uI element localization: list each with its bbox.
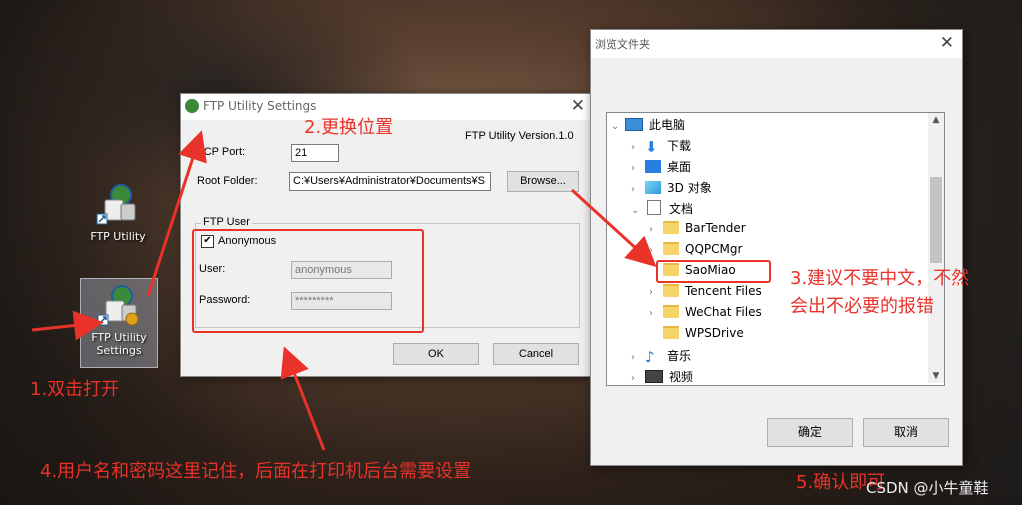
browse-folder-dialog: 浏览文件夹 ✕ ⌄ 此电脑 › ⬇ 下载 › 桌面 › 3D 对象 ⌄ 文档 › BarTen… [590,29,963,466]
chevron-right-icon[interactable]: › [631,352,645,363]
saomiao-highlight-box [656,260,771,283]
tree-item-wechat-files[interactable]: › WeChat Files [649,305,762,325]
video-icon [645,370,663,383]
ftp-settings-app-icon [96,283,142,329]
tree-item-label: BarTender [685,221,746,235]
tree-item-label: 音乐 [667,349,692,363]
chevron-right-icon[interactable]: › [649,287,663,298]
tree-item-bartender[interactable]: › BarTender [649,221,746,241]
tree-item-3d-objects[interactable]: › 3D 对象 [631,179,712,199]
tree-item-label: WeChat Files [685,305,762,319]
chevron-right-icon[interactable]: › [631,142,645,153]
chevron-right-icon[interactable]: › [631,373,645,384]
tree-item-label: WPSDrive [685,326,744,340]
pc-icon [625,118,643,131]
folder-icon [663,221,679,234]
music-icon: ♪ [645,348,655,366]
tcp-port-label: TCP Port: [197,146,246,158]
close-icon[interactable]: ✕ [571,96,585,116]
version-text: FTP Utility Version.1.0 [465,130,574,142]
tree-item-documents[interactable]: ⌄ 文档 [631,200,693,220]
confirm-button[interactable]: 确定 [767,418,853,447]
chevron-up-icon[interactable]: ▲ [928,113,944,127]
chevron-right-icon[interactable]: › [631,163,645,174]
ftp-user-group-title: FTP User [201,216,252,228]
tree-item-videos[interactable]: › 视频 [631,368,693,388]
tree-item-label: 桌面 [667,160,692,174]
root-folder-input[interactable]: C:¥Users¥Administrator¥Documents¥S [289,172,491,191]
tree-item-music[interactable]: › ♪ 音乐 [631,347,691,367]
cube-icon [645,181,661,194]
tree-item-label: 文档 [669,202,694,216]
tree-item-wpsdrive[interactable]: WPSDrive [649,326,744,346]
folder-icon [663,242,679,255]
folder-icon [663,326,679,339]
tree-item-tencent-files[interactable]: › Tencent Files [649,284,762,304]
chevron-right-icon[interactable]: › [649,224,663,235]
browse-button[interactable]: Browse... [507,171,579,192]
document-icon [647,200,661,215]
tree-item-this-pc[interactable]: ⌄ 此电脑 [611,116,685,136]
csdn-watermark: CSDN @小牛童鞋 [866,479,989,497]
desktop-icon [645,160,661,173]
scrollbar-thumb[interactable] [930,177,942,263]
tree-item-label: 3D 对象 [667,181,712,195]
browse-titlebar[interactable]: 浏览文件夹 ✕ [591,30,962,58]
desktop-icon-ftp-utility-settings[interactable]: FTP Utility Settings [80,278,158,368]
annotation-step3-line1: 3.建议不要中文，不然 [790,268,970,289]
credentials-highlight-box [192,229,424,333]
chevron-down-icon[interactable]: ⌄ [611,121,625,132]
annotation-step1: 1.双击打开 [30,379,120,400]
desktop-icon-label: FTP Utility [90,230,146,243]
chevron-down-icon[interactable]: ▼ [928,369,944,383]
chevron-right-icon[interactable]: › [631,184,645,195]
cancel-button[interactable]: Cancel [493,343,579,365]
browse-cancel-button[interactable]: 取消 [863,418,949,447]
desktop-icon-ftp-utility[interactable]: FTP Utility [80,178,156,256]
tree-item-label: Tencent Files [685,284,762,298]
chevron-right-icon[interactable]: › [649,245,663,256]
folder-tree[interactable]: ⌄ 此电脑 › ⬇ 下载 › 桌面 › 3D 对象 ⌄ 文档 › BarTender › QQP… [606,112,945,386]
annotation-step2: 2.更换位置 [304,117,394,138]
root-folder-label: Root Folder: [197,175,258,187]
folder-icon [663,284,679,297]
tree-item-label: QQPCMgr [685,242,743,256]
tree-scrollbar[interactable]: ▲ ▼ [928,113,944,383]
tree-item-label: 下载 [667,139,692,153]
annotation-step3-line2: 会出不必要的报错 [790,296,934,317]
browse-title: 浏览文件夹 [595,38,650,51]
chevron-down-icon[interactable]: ⌄ [631,205,645,216]
tree-item-label: 此电脑 [649,118,686,132]
tcp-port-input[interactable]: 21 [291,144,339,162]
ftp-utility-app-icon [95,182,141,228]
tree-item-label: 视频 [669,370,694,384]
chevron-right-icon[interactable]: › [649,308,663,319]
tree-item-desktop[interactable]: › 桌面 [631,158,691,178]
ok-button[interactable]: OK [393,343,479,365]
folder-icon [663,305,679,318]
tree-item-qqpcmgr[interactable]: › QQPCMgr [649,242,742,262]
tree-item-downloads[interactable]: › ⬇ 下载 [631,137,691,157]
desktop-icon-label: FTP Utility Settings [91,331,147,357]
download-icon: ⬇ [645,138,658,156]
annotation-step4: 4.用户名和密码这里记住，后面在打印机后台需要设置 [40,461,472,482]
close-icon[interactable]: ✕ [940,33,954,53]
ftp-settings-title: FTP Utility Settings [203,99,317,113]
ftp-app-icon [185,99,199,113]
